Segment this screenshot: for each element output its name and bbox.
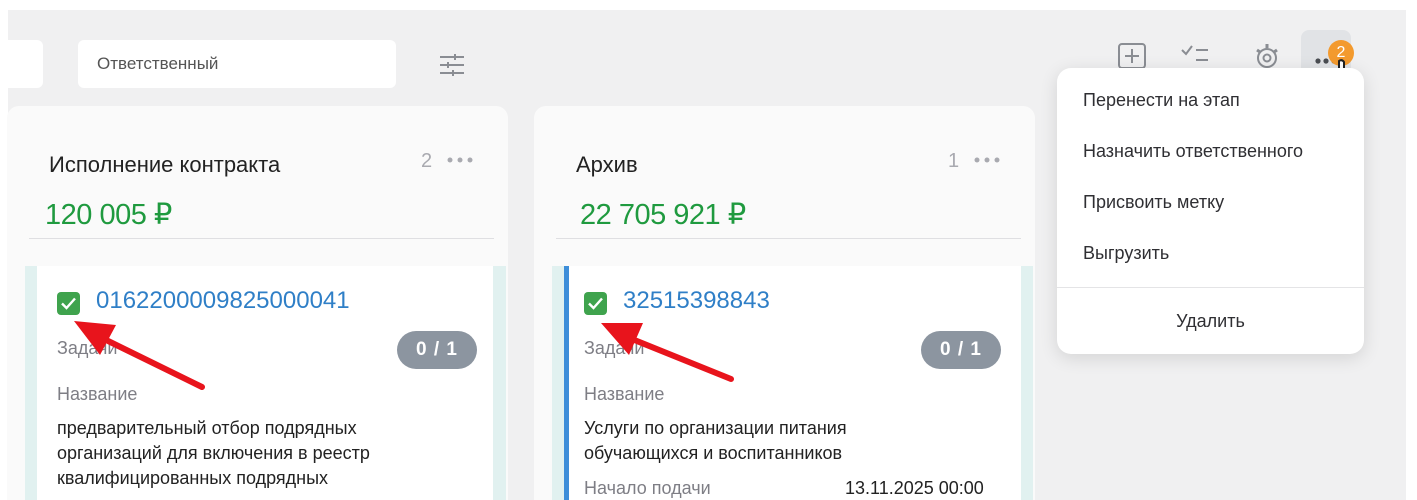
column-divider <box>556 238 1021 239</box>
menu-item-delete[interactable]: Удалить <box>1057 311 1364 332</box>
column-count: 1 <box>948 150 960 172</box>
start-date-value: 13.11.2025 00:00 <box>845 478 984 498</box>
column-more-icon[interactable] <box>974 157 1000 163</box>
annotation-arrow-icon <box>601 323 734 382</box>
column-divider <box>29 238 494 239</box>
bulk-actions-menu: Перенести на этап Назначить ответственно… <box>1057 68 1364 354</box>
menu-item-assign-responsible[interactable]: Назначить ответственного <box>1083 141 1303 162</box>
kanban-column-archive: Архив 1 22 705 921 ₽ 32515398843 Задачи … <box>534 106 1035 500</box>
annotation-arrow-icon <box>74 321 205 390</box>
card-accent-bar <box>564 266 569 500</box>
menu-divider <box>1057 287 1364 288</box>
search-input-stub[interactable] <box>8 40 43 88</box>
card-number-link[interactable]: 32515398843 <box>623 287 770 315</box>
column-more-icon[interactable] <box>447 157 473 163</box>
column-sum: 22 705 921 ₽ <box>580 199 746 231</box>
kanban-column-contract-execution: Исполнение контракта 2 120 005 ₽ 0162200… <box>7 106 508 500</box>
add-box-icon[interactable] <box>1117 42 1147 68</box>
column-count: 2 <box>421 150 433 172</box>
responsible-filter-input[interactable] <box>78 40 396 88</box>
column-title: Архив <box>576 152 638 177</box>
menu-item-move-to-stage[interactable]: Перенести на этап <box>1083 90 1240 111</box>
menu-item-export[interactable]: Выгрузить <box>1083 243 1169 264</box>
sliders-icon[interactable] <box>439 53 465 77</box>
tasks-progress-badge[interactable]: 0 / 1 <box>921 331 1001 369</box>
checkbox-checked-icon[interactable] <box>57 292 80 315</box>
gear-icon[interactable] <box>1252 42 1282 68</box>
tasks-progress-badge[interactable]: 0 / 1 <box>397 331 477 369</box>
card-number-link[interactable]: 0162200009825000041 <box>96 287 350 315</box>
card-name-text: предварительный отбор подрядных организа… <box>57 418 370 488</box>
column-title: Исполнение контракта <box>49 152 281 177</box>
card-name-text: Услуги по организации питания обучающихс… <box>584 418 847 463</box>
checklist-icon[interactable] <box>1180 42 1210 68</box>
column-sum: 120 005 ₽ <box>45 199 172 231</box>
checkbox-checked-icon[interactable] <box>584 292 607 315</box>
start-date-label: Начало подачи <box>584 478 711 498</box>
menu-item-assign-tag[interactable]: Присвоить метку <box>1083 192 1224 213</box>
